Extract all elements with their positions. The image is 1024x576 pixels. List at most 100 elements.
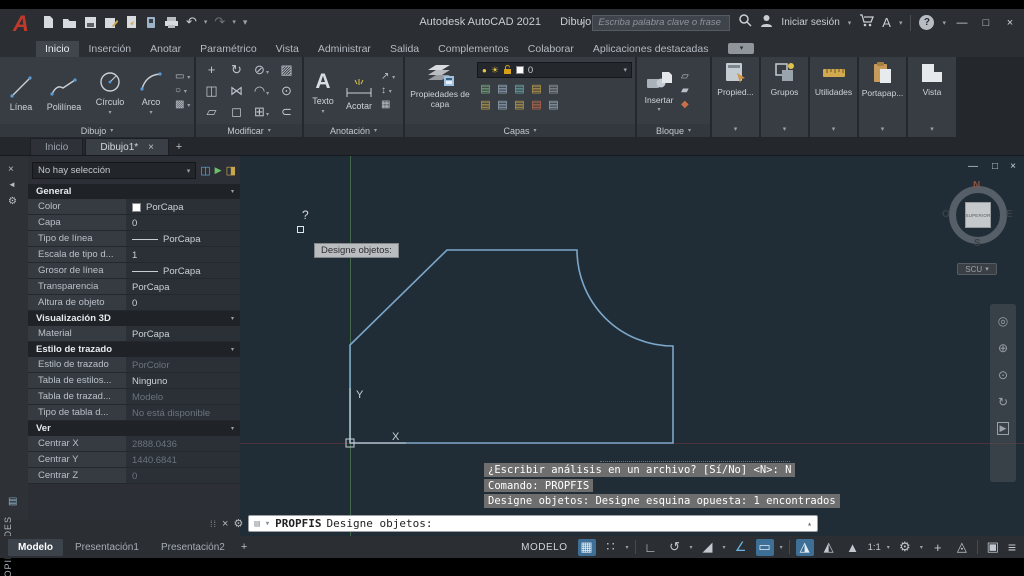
- transfer-button[interactable]: [145, 16, 157, 29]
- stretch-icon[interactable]: ▱: [207, 104, 217, 120]
- ribbon-display-toggle[interactable]: ▾: [728, 43, 754, 54]
- layer-dropdown[interactable]: ● ☀ 0 ▾: [477, 62, 632, 78]
- annotation-visibility-toggle[interactable]: ◮: [796, 539, 814, 556]
- plot-button[interactable]: [164, 16, 179, 29]
- pan-icon[interactable]: ⊕: [998, 341, 1008, 355]
- property-value[interactable]: PorCapa: [126, 279, 240, 294]
- select-objects-icon[interactable]: ▶: [215, 165, 222, 176]
- layer-tool-icon-1[interactable]: ▤: [480, 82, 490, 95]
- leader-tool[interactable]: ↗ ▾: [381, 71, 395, 82]
- move-icon[interactable]: +: [208, 62, 216, 77]
- command-bar-grip[interactable]: ⁞⁞: [210, 519, 217, 529]
- annotation-scale-value[interactable]: 1:1: [868, 542, 881, 553]
- panel-portapapeles[interactable]: Portapap... ▾: [859, 57, 906, 137]
- section-collapse-icon[interactable]: ▾: [231, 188, 234, 195]
- explode-icon[interactable]: ⊙: [281, 83, 292, 99]
- search-icon[interactable]: [738, 13, 752, 32]
- multileader-tool[interactable]: ↕ ▾: [381, 85, 395, 96]
- grid-display-toggle[interactable]: ▦: [578, 539, 596, 556]
- model-space-label[interactable]: MODELO: [521, 542, 567, 553]
- offset-icon[interactable]: ⊂: [281, 104, 292, 120]
- mirror-icon[interactable]: ⋈: [230, 83, 243, 99]
- user-icon[interactable]: [760, 14, 773, 32]
- rotate-icon[interactable]: ↻: [231, 62, 242, 78]
- panel-bloque-label[interactable]: Bloque▾: [637, 124, 710, 137]
- circle-tool[interactable]: Círculo ▾: [89, 65, 131, 116]
- array-dropdown[interactable]: ▾: [266, 112, 269, 118]
- undo-button[interactable]: ↶: [186, 14, 197, 30]
- new-file-button[interactable]: [42, 15, 55, 29]
- property-value[interactable]: PorCapa: [126, 199, 240, 214]
- trim-dropdown[interactable]: ▾: [266, 70, 269, 76]
- polyline-tool[interactable]: Polilínea: [41, 70, 87, 112]
- palette-autohide-icon[interactable]: ◄: [8, 180, 16, 189]
- property-value[interactable]: 1440.6841: [126, 452, 240, 467]
- property-value[interactable]: Ninguno: [126, 373, 240, 388]
- viewcube-south[interactable]: S: [974, 238, 981, 249]
- section-collapse-icon[interactable]: ▾: [231, 315, 234, 322]
- snap-dropdown[interactable]: ▾: [626, 544, 629, 551]
- panel-dibujo-label[interactable]: Dibujo▾: [0, 124, 194, 137]
- settings-dropdown[interactable]: ▾: [920, 544, 923, 551]
- panel-capas-label[interactable]: Capas▾: [405, 124, 635, 137]
- define-attributes-icon[interactable]: ◆: [681, 99, 689, 110]
- layout-tab-modelo[interactable]: Modelo: [8, 539, 63, 556]
- export-button[interactable]: [125, 15, 138, 29]
- layout-tab-presentación1[interactable]: Presentación1: [65, 539, 149, 556]
- palette-close-icon[interactable]: ×: [8, 164, 14, 175]
- redo-dropdown[interactable]: ▾: [232, 18, 236, 26]
- new-layout-button[interactable]: +: [235, 541, 253, 553]
- help-icon[interactable]: ?: [919, 15, 934, 30]
- save-button[interactable]: [84, 16, 97, 29]
- file-tab-close-icon[interactable]: ×: [148, 142, 154, 153]
- ellipse-tool[interactable]: ○ ▾: [175, 85, 190, 96]
- autodesk-app-icon[interactable]: A: [882, 15, 891, 30]
- viewcube-top-face[interactable]: SUPERIOR: [965, 202, 991, 228]
- hatch-tool[interactable]: ▩ ▾: [175, 99, 190, 110]
- arc-dropdown[interactable]: ▾: [149, 109, 152, 116]
- array-icon[interactable]: ⊞▾: [254, 104, 269, 120]
- table-tool[interactable]: ▦: [381, 99, 395, 110]
- panel-vista[interactable]: Vista ▾: [908, 57, 956, 137]
- scale-dropdown[interactable]: ▾: [887, 544, 890, 551]
- ribbon-tab-inicio[interactable]: Inicio: [36, 41, 79, 57]
- panel-propiedades[interactable]: Propied... ▾: [712, 57, 759, 137]
- layout-tab-presentación2[interactable]: Presentación2: [151, 539, 235, 556]
- sign-in-dropdown[interactable]: ▾: [848, 19, 852, 27]
- layer-dropdown-arrow[interactable]: ▾: [623, 66, 627, 74]
- autodesk-app-dropdown[interactable]: ▾: [899, 19, 903, 27]
- section-header-ver[interactable]: Ver▾: [28, 421, 240, 436]
- edit-attributes-icon[interactable]: ▱: [681, 71, 689, 82]
- property-value[interactable]: 0: [126, 215, 240, 230]
- qat-customize-dropdown[interactable]: ▾: [243, 17, 248, 28]
- section-header-general[interactable]: General▾: [28, 184, 240, 199]
- block-editor-icon[interactable]: ▰: [681, 85, 689, 96]
- ribbon-tab-paramétrico[interactable]: Paramétrico: [191, 41, 266, 57]
- viewcube-east[interactable]: E: [1006, 209, 1013, 220]
- ribbon-tab-inserción[interactable]: Inserción: [80, 41, 141, 57]
- layer-tool-icon-2[interactable]: ▤: [497, 82, 507, 95]
- command-bar-close-icon[interactable]: ×: [222, 518, 228, 530]
- property-value[interactable]: PorCapa: [126, 263, 240, 278]
- fillet-icon[interactable]: ◠▾: [254, 83, 269, 99]
- property-value[interactable]: Modelo: [126, 389, 240, 404]
- text-tool[interactable]: A Texto ▾: [307, 66, 339, 115]
- annotation-scale-icon[interactable]: ▲: [844, 539, 862, 556]
- quick-select-icon[interactable]: ◫: [200, 164, 210, 177]
- property-value[interactable]: 0: [126, 295, 240, 310]
- recent-commands-dropdown[interactable]: ▾: [265, 519, 270, 529]
- ribbon-tab-vista[interactable]: Vista: [267, 41, 308, 57]
- viewport-minimize-icon[interactable]: —: [968, 161, 978, 172]
- palette-settings-icon[interactable]: ⚙: [8, 196, 17, 207]
- annotation-autoscale-toggle[interactable]: ◭: [820, 539, 838, 556]
- property-value[interactable]: PorCapa: [126, 326, 240, 341]
- viewcube-west[interactable]: O: [942, 209, 950, 220]
- autocad-logo-icon[interactable]: A: [8, 11, 34, 37]
- erase-icon[interactable]: ▨: [280, 62, 292, 78]
- panel-grupos[interactable]: Grupos ▾: [761, 57, 808, 137]
- section-header-visualización-3d[interactable]: Visualización 3D▾: [28, 311, 240, 326]
- palette-bottom-icon[interactable]: ▤: [8, 496, 17, 507]
- dynamic-input-toggle[interactable]: ▭: [756, 539, 774, 556]
- layer-tool-icon-4[interactable]: ▤: [531, 82, 541, 95]
- layer-tool-icon-7[interactable]: ▤: [497, 98, 507, 111]
